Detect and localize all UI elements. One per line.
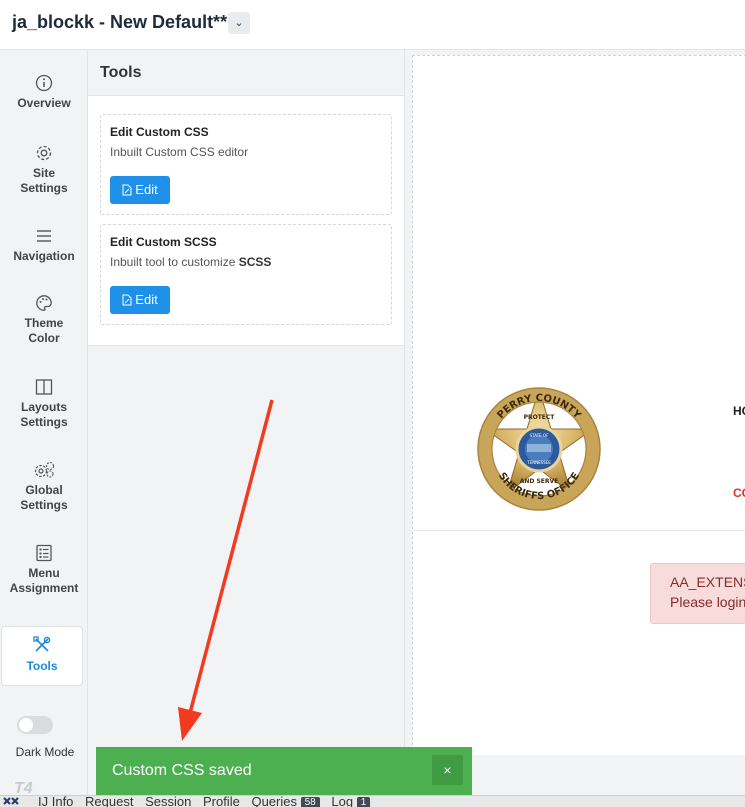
tools-icon bbox=[33, 636, 51, 652]
gears-icon bbox=[34, 461, 55, 478]
alert-line: Please login bbox=[670, 594, 745, 610]
badge-ribbon-top: PROTECT bbox=[524, 414, 556, 421]
debug-tab-label: Log bbox=[331, 795, 354, 807]
sidebar-item-label: Overview bbox=[17, 96, 71, 110]
badge-seal-top: STATE OF bbox=[530, 433, 549, 438]
sidebar-item-theme-color[interactable]: Theme Color bbox=[0, 294, 88, 346]
sidebar-item-label: Navigation bbox=[13, 249, 75, 263]
debug-tab-log[interactable]: Log 1 bbox=[331, 795, 371, 807]
panel-header: Tools bbox=[88, 50, 404, 96]
preview-divider bbox=[413, 530, 745, 531]
preview-nav-contact[interactable]: CO bbox=[733, 486, 745, 500]
sidebar-item-label: Tools bbox=[26, 659, 58, 673]
gear-icon bbox=[36, 145, 52, 161]
card-title: Edit Custom CSS bbox=[110, 125, 209, 139]
card-description-bold: SCSS bbox=[238, 255, 272, 269]
joomla-debug-icon bbox=[3, 797, 19, 805]
edit-file-icon bbox=[122, 184, 132, 196]
sidebar-rail: Overview Site Settings Navigation Theme … bbox=[0, 50, 88, 807]
list-icon bbox=[36, 544, 52, 562]
panel-title: Tools bbox=[100, 64, 142, 81]
layout-icon bbox=[35, 379, 53, 395]
panel-body: Edit Custom CSS Inbuilt Custom CSS edito… bbox=[88, 96, 404, 346]
palette-icon bbox=[36, 295, 52, 311]
toggle-knob bbox=[19, 718, 33, 732]
tool-card-custom-scss: Edit Custom SCSS Inbuilt tool to customi… bbox=[100, 224, 392, 325]
dark-mode-label: Dark Mode bbox=[15, 745, 75, 759]
debug-tab-info[interactable]: IJ Info bbox=[38, 796, 73, 807]
sidebar-item-label: Theme Color bbox=[24, 316, 64, 345]
sidebar-item-overview[interactable]: Overview bbox=[0, 74, 88, 111]
preview-frame: PERRY COUNTY SHERIFFS OFFICE PROTECT AND… bbox=[412, 55, 745, 755]
alert-line: AA_EXTENS bbox=[670, 574, 745, 590]
card-description-text: Inbuilt tool to customize bbox=[110, 255, 239, 269]
sidebar-item-label: Menu Assignment bbox=[9, 566, 79, 595]
debug-bar: IJ Info Request Session Profile Queries … bbox=[0, 795, 745, 807]
menu-icon bbox=[37, 230, 51, 242]
site-preview: PERRY COUNTY SHERIFFS OFFICE PROTECT AND… bbox=[405, 50, 745, 807]
queries-count-badge: 58 bbox=[300, 797, 320, 807]
t4-admin-page: ja_blockk - New Default** ⌄ Overview Sit… bbox=[0, 0, 745, 807]
top-bar: ja_blockk - New Default** ⌄ bbox=[0, 0, 745, 50]
sidebar-item-label: Site Settings bbox=[20, 166, 68, 195]
tool-card-custom-css: Edit Custom CSS Inbuilt Custom CSS edito… bbox=[100, 114, 392, 215]
debug-tab-session[interactable]: Session bbox=[145, 796, 191, 807]
sidebar-item-label: Layouts Settings bbox=[20, 400, 68, 429]
debug-items: IJ Info Request Session Profile Queries … bbox=[38, 795, 378, 807]
debug-tab-request[interactable]: Request bbox=[85, 796, 133, 807]
button-label: Edit bbox=[135, 182, 158, 197]
card-title: Edit Custom SCSS bbox=[110, 235, 217, 249]
debug-tab-profile[interactable]: Profile bbox=[203, 796, 240, 807]
chevron-down-icon[interactable]: ⌄ bbox=[228, 12, 250, 34]
success-toast: Custom CSS saved × bbox=[96, 747, 472, 795]
preview-error-alert: AA_EXTENS Please login bbox=[650, 563, 745, 624]
debug-tab-queries[interactable]: Queries 58 bbox=[251, 795, 320, 807]
edit-file-icon bbox=[122, 294, 132, 306]
card-description: Inbuilt Custom CSS editor bbox=[110, 145, 248, 159]
badge-ribbon-bottom: AND SERVE bbox=[520, 478, 559, 485]
edit-custom-scss-button[interactable]: Edit bbox=[110, 286, 170, 314]
sidebar-item-label: Global Settings bbox=[20, 483, 68, 512]
sidebar-item-site-settings[interactable]: Site Settings bbox=[0, 144, 88, 196]
sidebar-item-global-settings[interactable]: Global Settings bbox=[0, 461, 88, 513]
template-title: ja_blockk - New Default** bbox=[12, 12, 228, 32]
toast-close-button[interactable]: × bbox=[432, 755, 463, 785]
debug-tab-label: Queries bbox=[251, 795, 297, 807]
preview-nav-home[interactable]: HO bbox=[733, 404, 745, 418]
tools-panel: Tools Edit Custom CSS Inbuilt Custom CSS… bbox=[88, 50, 405, 807]
info-icon bbox=[35, 74, 53, 92]
sidebar-item-menu-assignment[interactable]: Menu Assignment bbox=[0, 544, 88, 596]
badge-seal-bottom: TENNESSEE bbox=[526, 460, 551, 465]
sheriff-badge-logo: PERRY COUNTY SHERIFFS OFFICE PROTECT AND… bbox=[477, 387, 601, 511]
edit-custom-css-button[interactable]: Edit bbox=[110, 176, 170, 204]
sidebar-item-layouts-settings[interactable]: Layouts Settings bbox=[0, 378, 88, 430]
card-description: Inbuilt tool to customize SCSS bbox=[110, 255, 271, 269]
dark-mode-toggle[interactable] bbox=[17, 716, 53, 734]
sidebar-item-navigation[interactable]: Navigation bbox=[0, 227, 88, 264]
button-label: Edit bbox=[135, 292, 158, 307]
toast-message: Custom CSS saved bbox=[112, 762, 252, 779]
card-description-text: Inbuilt Custom CSS editor bbox=[110, 145, 249, 159]
log-count-badge: 1 bbox=[356, 797, 371, 807]
sidebar-item-tools[interactable]: Tools bbox=[1, 626, 83, 686]
